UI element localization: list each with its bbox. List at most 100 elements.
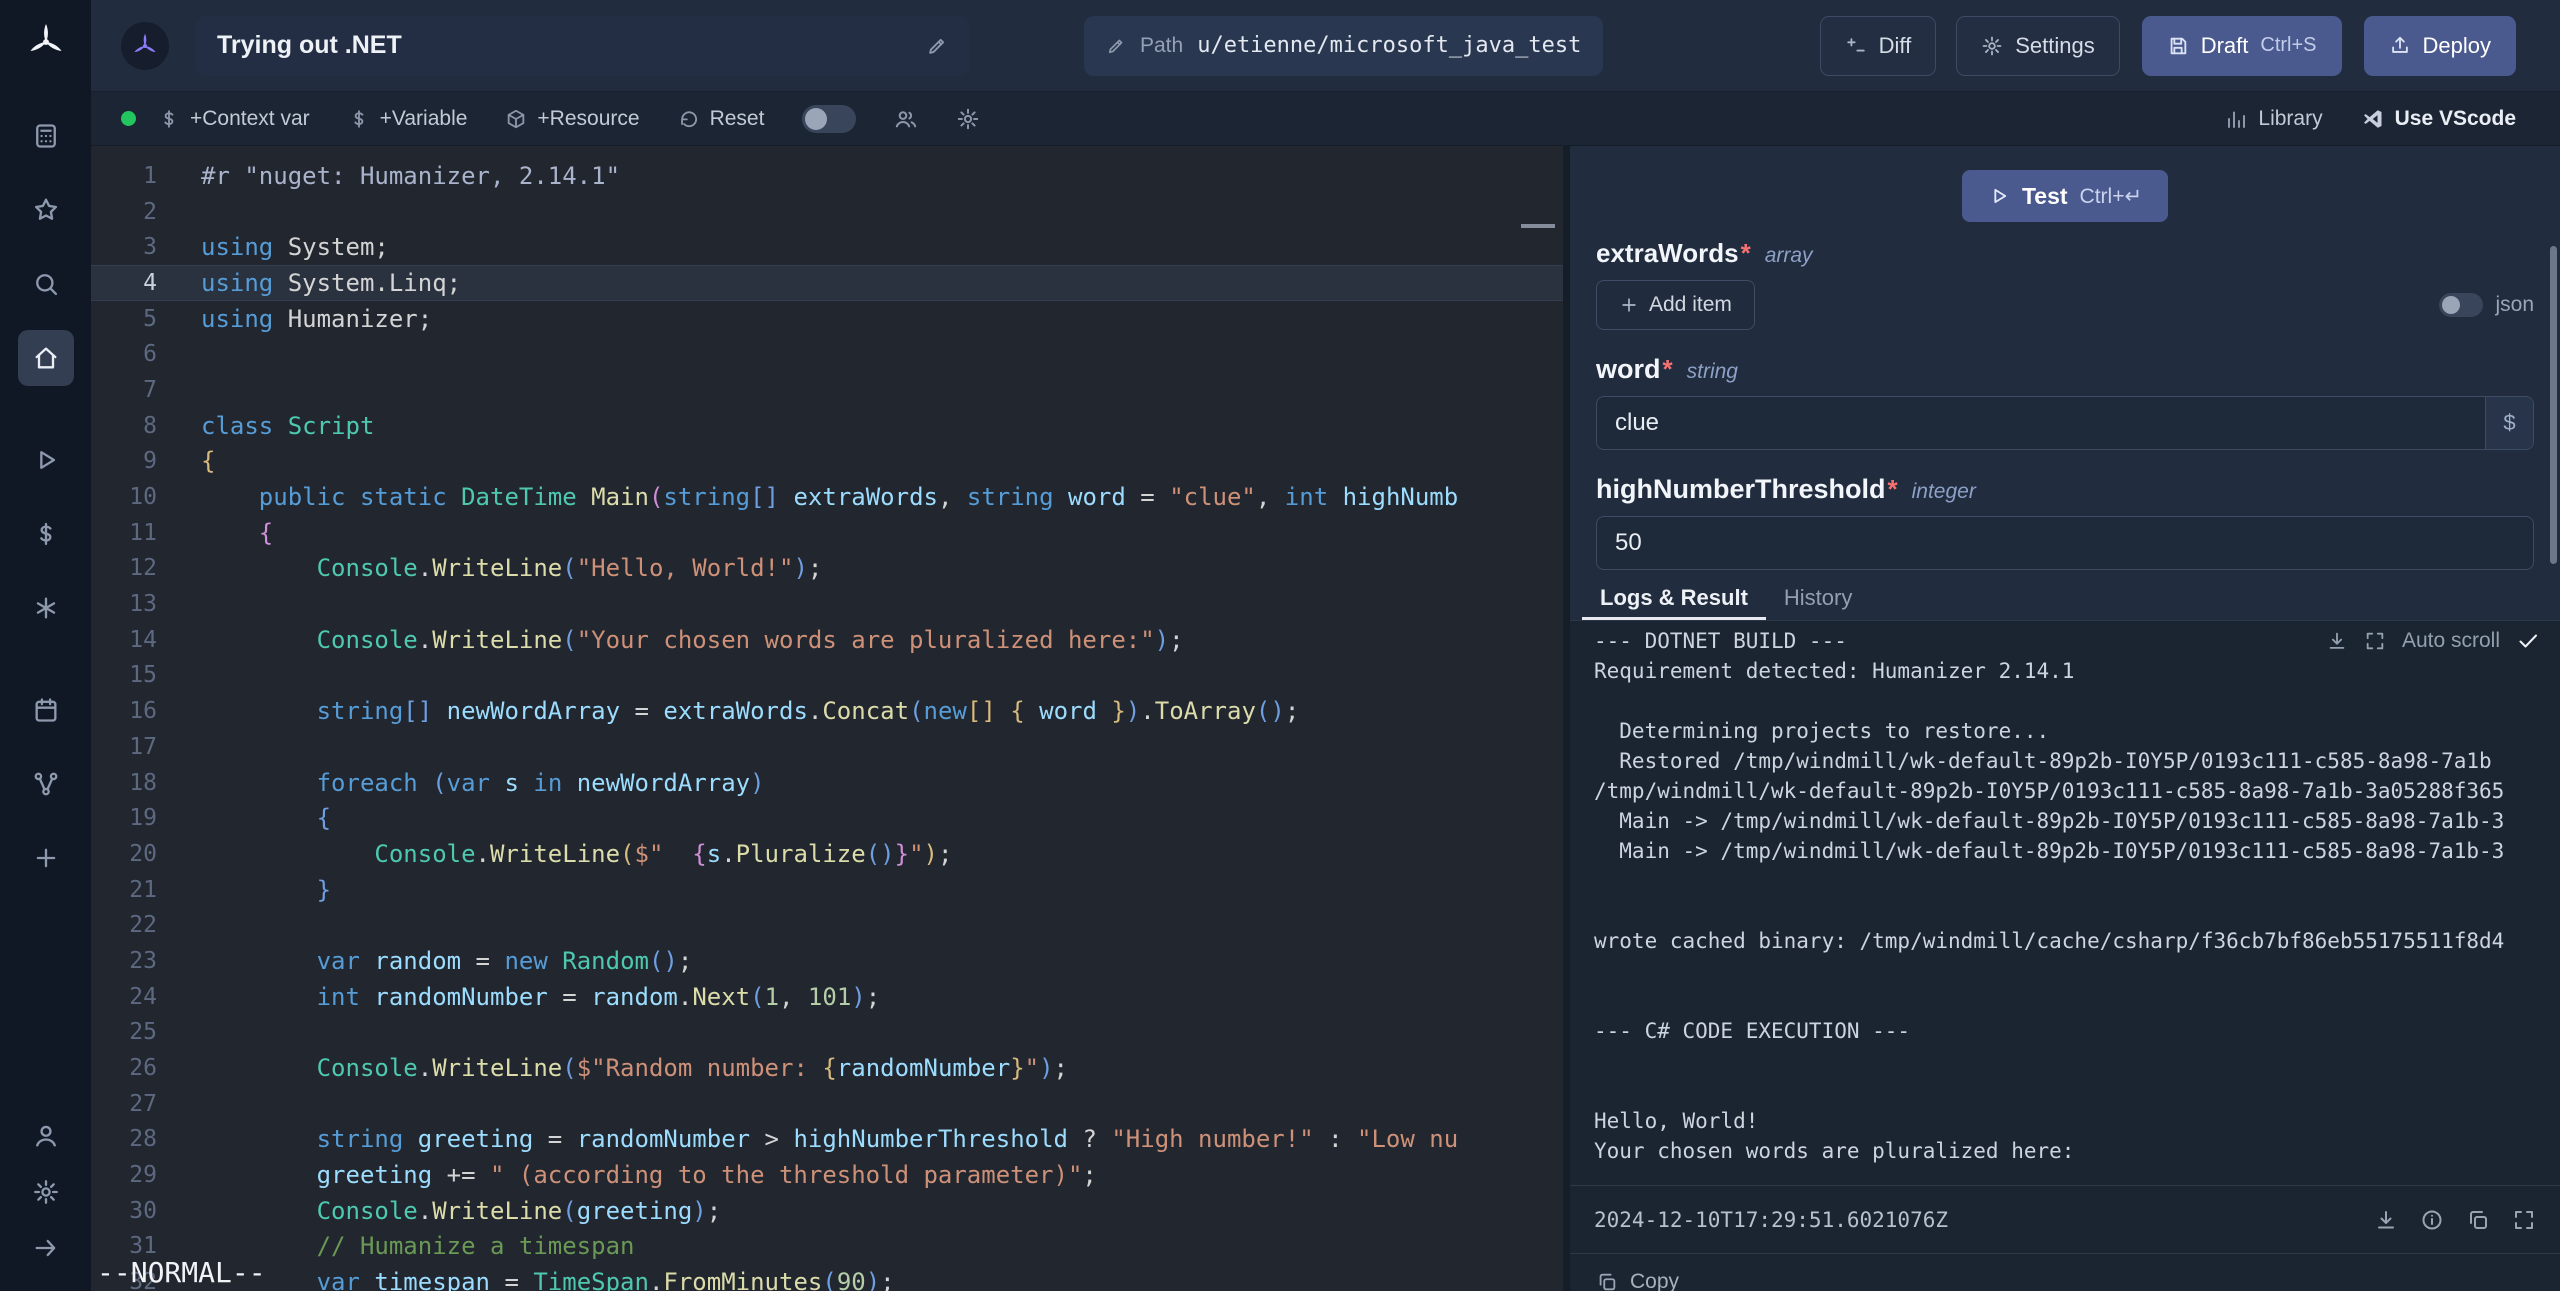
copy-result-icon[interactable]: [2466, 1208, 2490, 1232]
gear-icon: [956, 107, 980, 131]
code-line-21[interactable]: 21 }: [91, 872, 1563, 908]
sidebar-item-apps[interactable]: [18, 108, 74, 164]
test-row: Test Ctrl+↵: [1596, 146, 2534, 222]
code-line-30[interactable]: 30 Console.WriteLine(greeting);: [91, 1193, 1563, 1229]
json-toggle[interactable]: json: [2439, 293, 2534, 317]
tab-history[interactable]: History: [1766, 575, 1870, 620]
code-line-8[interactable]: 8class Script: [91, 408, 1563, 444]
json-switch[interactable]: [2439, 293, 2483, 317]
script-summary-box[interactable]: Trying out .NET: [195, 16, 970, 76]
word-input[interactable]: [1597, 397, 2485, 449]
sidebar-item-account[interactable]: [18, 1111, 74, 1161]
code-line-26[interactable]: 26 Console.WriteLine($"Random number: {r…: [91, 1050, 1563, 1086]
sidebar-item-home[interactable]: [18, 330, 74, 386]
code-line-12[interactable]: 12 Console.WriteLine("Hello, World!");: [91, 551, 1563, 587]
code-line-19[interactable]: 19 {: [91, 800, 1563, 836]
use-vscode-button[interactable]: Use VScode: [2361, 107, 2516, 131]
code-line-32[interactable]: 32 var timespan = TimeSpan.FromMinutes(9…: [91, 1264, 1563, 1291]
windmill-editor-app: Trying out .NET Path u/etienne/microsoft…: [0, 0, 2560, 1291]
reset-button[interactable]: Reset: [678, 107, 765, 131]
code-line-3[interactable]: 3using System;: [91, 229, 1563, 265]
code-line-18[interactable]: 18 foreach (var s in newWordArray): [91, 765, 1563, 801]
code-line-23[interactable]: 23 var random = new Random();: [91, 943, 1563, 979]
workspace-badge[interactable]: [121, 22, 169, 70]
field-name: extraWords: [1596, 238, 1739, 269]
multiplayer-button[interactable]: [894, 107, 918, 131]
code-line-17[interactable]: 17: [91, 729, 1563, 765]
plus-icon: [1619, 295, 1639, 315]
copy-row[interactable]: Copy: [1570, 1253, 2560, 1291]
code-line-2[interactable]: 2: [91, 194, 1563, 230]
code-editor[interactable]: 1#r "nuget: Humanizer, 2.14.1"23using Sy…: [91, 146, 1563, 1291]
code-line-22[interactable]: 22: [91, 907, 1563, 943]
tab-logs-result[interactable]: Logs & Result: [1582, 575, 1766, 620]
auto-scroll-checkbox[interactable]: [2516, 629, 2540, 653]
result-footer: 2024-12-10T17:29:51.6021076Z: [1570, 1185, 2560, 1253]
field-label: word* string: [1596, 354, 2534, 386]
expand-logs-icon[interactable]: [2364, 630, 2386, 652]
sidebar-item-search[interactable]: [18, 256, 74, 312]
expand-result-icon[interactable]: [2512, 1208, 2536, 1232]
code-line-24[interactable]: 24 int randomNumber = random.Next(1, 101…: [91, 979, 1563, 1015]
log-line: [1594, 989, 2560, 1019]
add-resource-button[interactable]: +Resource: [505, 107, 639, 131]
code-line-25[interactable]: 25: [91, 1015, 1563, 1051]
sidebar-item-flows[interactable]: [18, 756, 74, 812]
editor-settings-button[interactable]: [956, 107, 980, 131]
code-line-28[interactable]: 28 string greeting = randomNumber > high…: [91, 1122, 1563, 1158]
windmill-logo-glyph-icon: [24, 20, 68, 64]
insert-variable-button[interactable]: $: [2485, 397, 2533, 449]
code-line-15[interactable]: 15: [91, 658, 1563, 694]
code-line-7[interactable]: 7: [91, 372, 1563, 408]
sidebar-item-variables[interactable]: [18, 506, 74, 562]
code-line-1[interactable]: 1#r "nuget: Humanizer, 2.14.1": [91, 158, 1563, 194]
settings-button[interactable]: Settings: [1956, 16, 2120, 76]
code-line-9[interactable]: 9{: [91, 444, 1563, 480]
logs-panel[interactable]: --- DOTNET BUILD ---Requirement detected…: [1570, 621, 2560, 1185]
sidebar-item-resources[interactable]: [18, 580, 74, 636]
code-line-29[interactable]: 29 greeting += " (according to the thres…: [91, 1157, 1563, 1193]
test-button[interactable]: Test Ctrl+↵: [1962, 170, 2168, 222]
panel-scrollbar[interactable]: [2550, 246, 2557, 564]
path-label: Path: [1140, 34, 1183, 58]
json-label: json: [2495, 293, 2534, 317]
threshold-input[interactable]: [1597, 517, 2533, 569]
script-path-box[interactable]: Path u/etienne/microsoft_java_test: [1084, 16, 1603, 76]
code-line-27[interactable]: 27: [91, 1086, 1563, 1122]
deploy-button[interactable]: Deploy: [2364, 16, 2516, 76]
code-line-6[interactable]: 6: [91, 336, 1563, 372]
add-variable-button[interactable]: +Variable: [348, 107, 468, 131]
info-icon[interactable]: [2420, 1208, 2444, 1232]
code-line-4[interactable]: 4using System.Linq;: [91, 265, 1563, 301]
code-line-10[interactable]: 10 public static DateTime Main(string[] …: [91, 479, 1563, 515]
add-item-button[interactable]: Add item: [1596, 280, 1755, 330]
sidebar-item-create-new[interactable]: [18, 830, 74, 886]
code-line-14[interactable]: 14 Console.WriteLine("Your chosen words …: [91, 622, 1563, 658]
sidebar-item-favorites[interactable]: [18, 182, 74, 238]
assistant-toggle[interactable]: [802, 105, 856, 133]
sidebar-item-runs[interactable]: [18, 432, 74, 488]
download-result-icon[interactable]: [2374, 1208, 2398, 1232]
code-line-5[interactable]: 5using Humanizer;: [91, 301, 1563, 337]
code-line-20[interactable]: 20 Console.WriteLine($" {s.Pluralize()}"…: [91, 836, 1563, 872]
code-line-13[interactable]: 13: [91, 586, 1563, 622]
add-context-var-button[interactable]: +Context var: [158, 107, 310, 131]
library-label: Library: [2258, 107, 2322, 131]
code-line-31[interactable]: 31 // Humanize a timespan: [91, 1229, 1563, 1265]
windmill-logo-icon[interactable]: [20, 16, 72, 68]
sidebar-item-schedules[interactable]: [18, 682, 74, 738]
code-line-11[interactable]: 11 {: [91, 515, 1563, 551]
sidebar-item-workspace-settings[interactable]: [18, 1167, 74, 1217]
download-logs-icon[interactable]: [2326, 630, 2348, 652]
library-button[interactable]: Library: [2224, 107, 2322, 131]
code-line-16[interactable]: 16 string[] newWordArray = extraWords.Co…: [91, 693, 1563, 729]
edit-title-pencil-icon[interactable]: [926, 35, 948, 57]
sidebar-item-expand-sidebar[interactable]: [18, 1223, 74, 1273]
calculator-icon: [32, 122, 60, 150]
toggle-switch[interactable]: [802, 105, 856, 133]
field-word: word* string $: [1596, 354, 2534, 450]
field-name: highNumberThreshold: [1596, 474, 1886, 505]
panel-resize-handle[interactable]: [1563, 146, 1570, 1291]
diff-button[interactable]: Diff: [1820, 16, 1937, 76]
draft-button[interactable]: Draft Ctrl+S: [2142, 16, 2342, 76]
